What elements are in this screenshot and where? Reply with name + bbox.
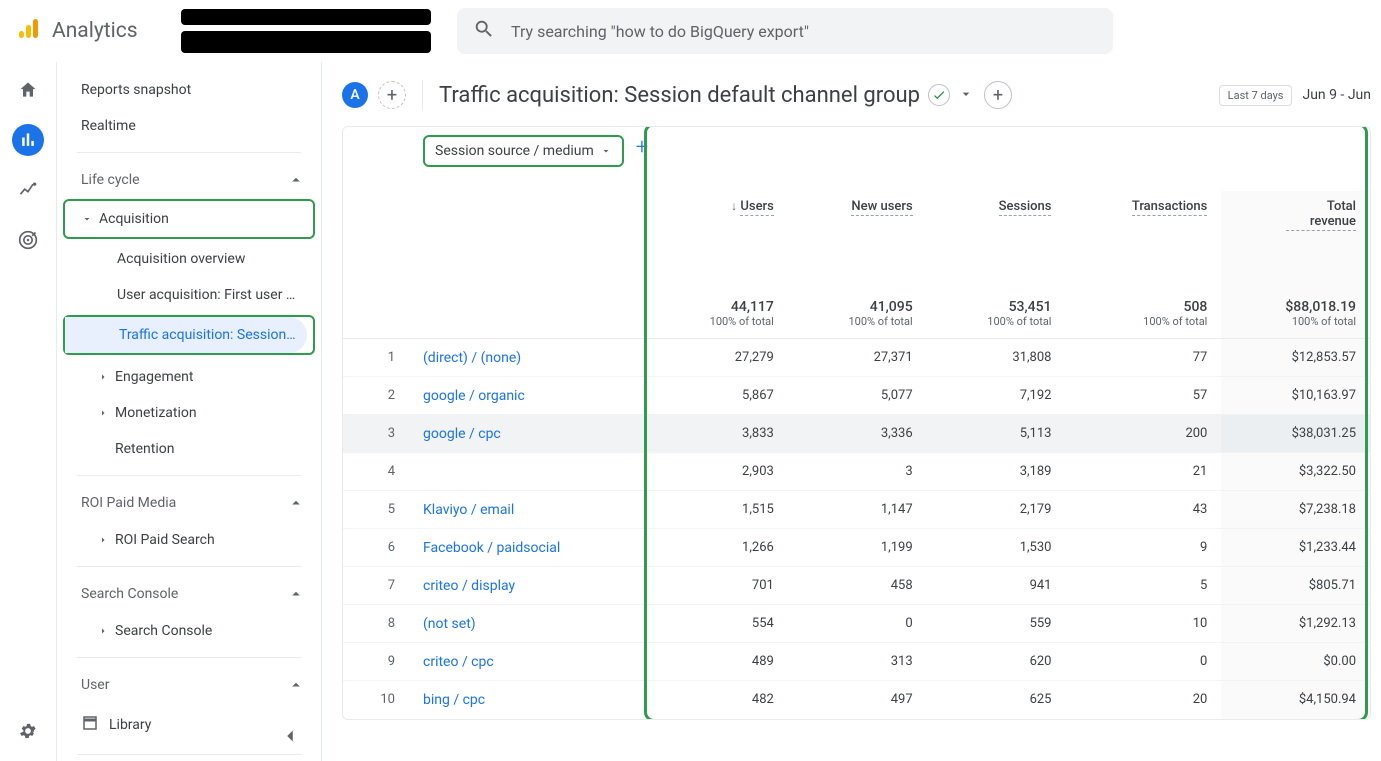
report-sidebar: Reports snapshot Realtime Life cycle Acq… [56,62,322,761]
sidebar-roi-paid-search[interactable]: ROI Paid Search [57,522,321,558]
sidebar-monetization[interactable]: Monetization [57,395,321,431]
caret-right-icon [97,407,115,419]
table-row[interactable]: 5Klaviyo / email1,5151,1472,17943$7,238.… [343,491,1370,529]
table-row[interactable]: 6Facebook / paidsocial1,2661,1991,5309$1… [343,529,1370,567]
sidebar-traffic-acquisition[interactable]: Traffic acquisition: Session… [65,317,307,353]
sidebar-retention[interactable]: Retention [57,431,321,467]
totals-row: 44,117100% of total41,095100% of total53… [343,239,1370,339]
table-row[interactable]: 3google / cpc3,8333,3365,113200$38,031.2… [343,415,1370,453]
table-row[interactable]: 2google / organic5,8675,0777,19257$10,16… [343,377,1370,415]
library-icon [81,714,99,736]
sidebar-acq-overview[interactable]: Acquisition overview [57,241,321,277]
sidebar-section-roi[interactable]: ROI Paid Media [57,484,321,522]
app-header: Analytics Try searching "how to do BigQu… [0,0,1381,62]
report-header: A + Traffic acquisition: Session default… [342,80,1371,110]
date-range-chip[interactable]: Last 7 days [1219,85,1293,106]
rail-home-icon[interactable] [12,74,44,106]
data-table-card: Session source / medium + ↓ Users New us… [342,126,1371,720]
caret-right-icon [97,534,115,546]
chevron-down-icon [600,145,612,157]
chevron-up-icon [287,585,305,603]
analytics-logo-icon [16,17,40,45]
rail-admin-gear-icon[interactable] [12,715,44,747]
sidebar-acquisition[interactable]: Acquisition [65,201,313,237]
sidebar-search-console[interactable]: Search Console [57,613,321,649]
sidebar-realtime[interactable]: Realtime [57,108,321,144]
audience-badge[interactable]: A [342,82,368,108]
sidebar-section-lifecycle[interactable]: Life cycle [57,161,321,199]
sidebar-collapse-button[interactable] [279,725,301,751]
caret-right-icon [97,371,115,383]
chevron-up-icon [287,676,305,694]
col-users[interactable]: ↓ Users [649,191,788,239]
table-row[interactable]: 10bing / cpc48249762520$4,150.94 [343,681,1370,719]
search-icon [473,18,495,44]
table-row[interactable]: 7criteo / display7014589415$805.71 [343,567,1370,605]
sidebar-engagement[interactable]: Engagement [57,359,321,395]
account-selector-redacted[interactable] [181,9,431,53]
date-range-text[interactable]: Jun 9 - Jun [1302,87,1371,103]
chevron-up-icon [287,494,305,512]
sidebar-section-searchconsole[interactable]: Search Console [57,575,321,613]
rail-advertising-icon[interactable] [12,224,44,256]
sidebar-reports-snapshot[interactable]: Reports snapshot [57,72,321,108]
page-title: Traffic acquisition: Session default cha… [439,83,974,108]
nav-rail [0,62,56,761]
dimension-dropdown[interactable]: Session source / medium [423,135,624,167]
table-row[interactable]: 1(direct) / (none)27,27927,37131,80877$1… [343,339,1370,377]
verified-check-icon [928,84,950,106]
rail-reports-icon[interactable] [12,124,44,156]
title-dropdown-button[interactable] [958,83,974,108]
add-dimension-button[interactable]: + [636,135,648,160]
caret-down-icon [81,213,99,225]
rail-explore-icon[interactable] [12,174,44,206]
sort-down-icon: ↓ [731,199,737,213]
col-total-revenue[interactable]: Total revenue [1221,191,1370,239]
sidebar-user-acquisition[interactable]: User acquisition: First user … [57,277,321,313]
search-input[interactable]: Try searching "how to do BigQuery export… [457,8,1113,54]
chevron-up-icon [287,171,305,189]
sidebar-section-user[interactable]: User [57,666,321,704]
table-row[interactable]: 9criteo / cpc4893136200$0.00 [343,643,1370,681]
search-placeholder: Try searching "how to do BigQuery export… [511,22,809,41]
add-comparison-button[interactable]: + [378,81,406,109]
table-row[interactable]: 8(not set)554055910$1,292.13 [343,605,1370,643]
logo[interactable]: Analytics [16,17,171,45]
col-sessions[interactable]: Sessions [927,191,1066,239]
col-new-users[interactable]: New users [788,191,927,239]
table-row[interactable]: 42,90333,18921$3,322.50 [343,453,1370,491]
data-table: ↓ Users New users Sessions Transactions … [343,191,1370,719]
caret-right-icon [97,625,115,637]
product-name: Analytics [52,19,138,43]
report-content: A + Traffic acquisition: Session default… [322,62,1381,761]
col-transactions[interactable]: Transactions [1065,191,1221,239]
customize-button[interactable]: + [984,81,1012,109]
